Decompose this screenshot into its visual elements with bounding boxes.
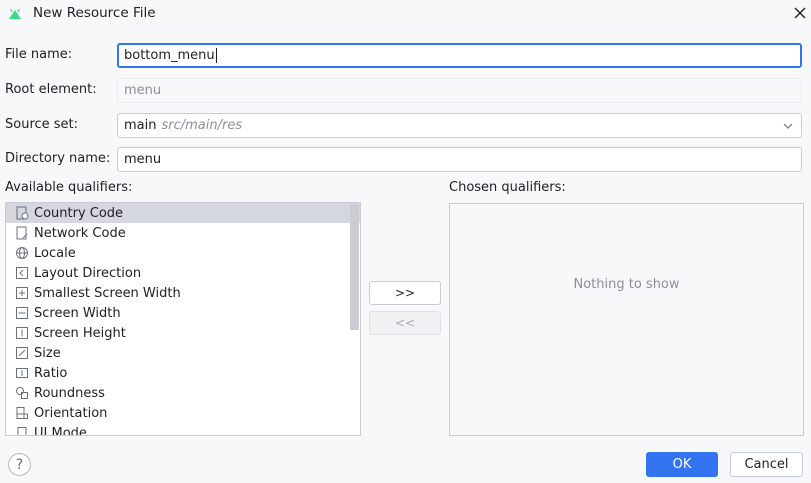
directory-name-value: menu <box>124 152 162 167</box>
qualifier-label: Locale <box>34 245 76 261</box>
screen-height-icon <box>16 327 28 339</box>
orientation-icon <box>16 407 28 419</box>
qualifier-label: Network Code <box>34 225 126 241</box>
qualifier-item-network-code[interactable]: Network Code <box>6 223 360 243</box>
chosen-qualifiers-list[interactable]: Nothing to show <box>449 203 804 436</box>
root-element-field[interactable]: menu <box>117 78 802 103</box>
help-button[interactable]: ? <box>8 453 31 476</box>
qualifier-item-smallest-screen-width[interactable]: Smallest Screen Width <box>6 283 360 303</box>
network-code-icon <box>16 226 28 240</box>
qualifier-item-layout-direction[interactable]: Layout Direction <box>6 263 360 283</box>
qualifier-item-locale[interactable]: Locale <box>6 243 360 263</box>
qualifier-label: Screen Height <box>34 325 126 341</box>
available-qualifiers-label: Available qualifiers: <box>5 180 133 195</box>
qualifier-label: Screen Width <box>34 305 121 321</box>
cancel-button[interactable]: Cancel <box>730 452 803 477</box>
ok-button[interactable]: OK <box>646 452 718 477</box>
available-qualifiers-list[interactable]: Country Code Network Code Locale Layout Dir… <box>5 202 361 436</box>
ui-mode-icon <box>17 427 27 435</box>
file-name-field[interactable]: bottom_menu <box>117 43 802 68</box>
source-set-label: Source set: <box>5 117 79 132</box>
qualifier-label: Size <box>34 345 61 361</box>
qualifier-item-country-code[interactable]: Country Code <box>6 203 360 223</box>
qualifier-label: Roundness <box>34 385 105 401</box>
qualifier-item-roundness[interactable]: Roundness <box>6 383 360 403</box>
smallest-width-icon <box>16 287 28 299</box>
qualifier-label: UI Mode <box>34 425 87 436</box>
country-code-icon <box>16 206 29 220</box>
qualifier-item-ui-mode[interactable]: UI Mode <box>6 423 360 436</box>
title-bar: New Resource File <box>0 0 811 28</box>
list-scrollbar[interactable] <box>350 204 359 330</box>
chosen-qualifiers-label: Chosen qualifiers: <box>449 180 566 195</box>
add-qualifier-button[interactable]: >> <box>369 281 441 305</box>
root-element-label: Root element: <box>5 82 97 97</box>
file-name-value: bottom_menu <box>124 48 215 63</box>
source-set-dropdown[interactable]: main src/main/res <box>117 113 802 138</box>
file-name-label: File name: <box>5 47 73 62</box>
qualifier-label: Smallest Screen Width <box>34 285 181 301</box>
window-title: New Resource File <box>33 5 156 21</box>
source-set-value: main <box>124 118 157 133</box>
qualifier-item-size[interactable]: Size <box>6 343 360 363</box>
size-icon <box>16 347 28 359</box>
remove-qualifier-button[interactable]: << <box>369 311 441 335</box>
qualifier-item-screen-width[interactable]: Screen Width <box>6 303 360 323</box>
android-icon <box>9 8 21 19</box>
text-caret <box>215 48 217 63</box>
ratio-icon <box>16 368 28 378</box>
layout-direction-icon <box>16 267 28 279</box>
qualifier-item-orientation[interactable]: Orientation <box>6 403 360 423</box>
qualifier-label: Country Code <box>34 205 124 221</box>
root-element-placeholder: menu <box>124 83 162 98</box>
qualifier-item-ratio[interactable]: Ratio <box>6 363 360 383</box>
directory-name-label: Directory name: <box>5 151 111 166</box>
qualifier-item-screen-height[interactable]: Screen Height <box>6 323 360 343</box>
qualifier-label: Orientation <box>34 405 108 421</box>
source-set-path-hint: src/main/res <box>161 118 243 133</box>
roundness-icon <box>16 387 28 399</box>
qualifier-label: Ratio <box>34 365 68 381</box>
globe-icon <box>16 247 28 259</box>
chevron-down-icon <box>783 123 793 129</box>
screen-width-icon <box>16 307 28 319</box>
empty-state-text: Nothing to show <box>573 277 680 292</box>
directory-name-field[interactable]: menu <box>117 147 802 172</box>
close-icon[interactable] <box>791 4 809 22</box>
qualifier-label: Layout Direction <box>34 265 142 281</box>
